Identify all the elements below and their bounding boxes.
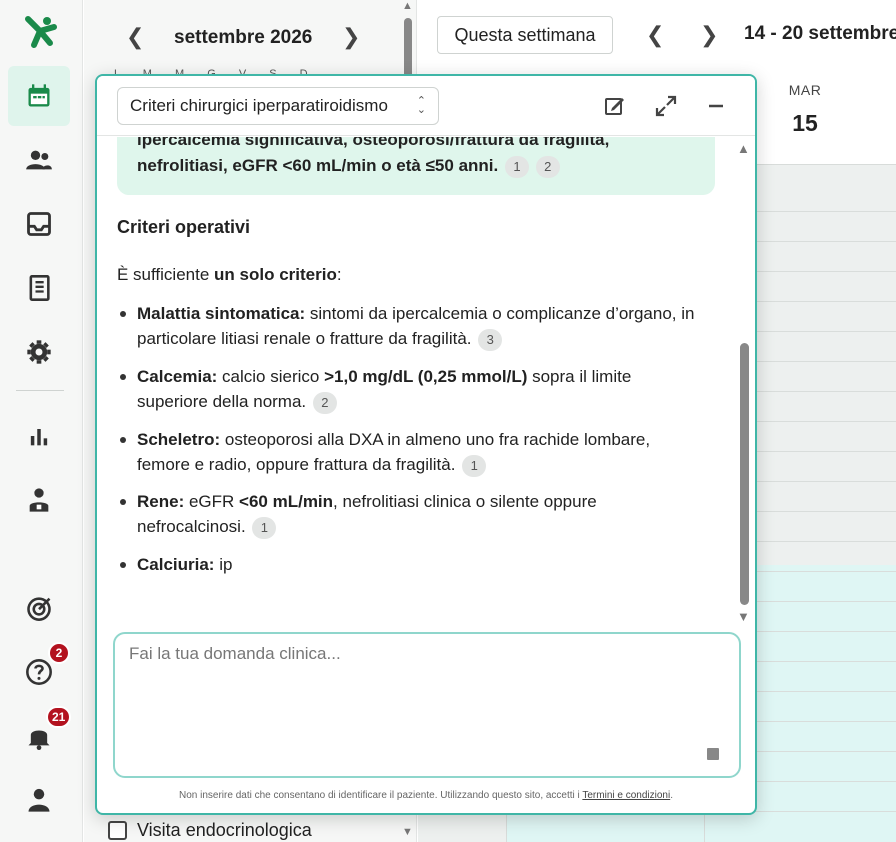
summary-callout: ipercalcemia significativa, osteoporosi/… <box>117 137 715 195</box>
summary-callout-text: ipercalcemia significativa, osteoporosi/… <box>137 137 697 179</box>
nav-calendar[interactable] <box>8 66 70 126</box>
target-icon <box>27 597 51 621</box>
topic-selector-value: Criteri chirurgici iperparatiroidismo <box>130 96 388 115</box>
scrollbar-thumb[interactable] <box>740 343 749 605</box>
next-week-button[interactable]: ❯ <box>700 22 718 48</box>
criterion-label: Rene: <box>137 492 185 511</box>
calendar-checkbox[interactable] <box>108 821 127 840</box>
citation-badge[interactable]: 1 <box>252 516 277 539</box>
question-composer <box>113 632 741 778</box>
help-icon <box>26 659 52 685</box>
updown-chevron-icon: ⌃ ⌄ <box>416 95 426 116</box>
criterion-item: Rene: eGFR <60 mL/min, nefrolitiasi clin… <box>117 489 697 539</box>
this-week-button[interactable]: Questa settimana <box>437 16 613 54</box>
intro-prefix: È sufficiente <box>117 265 215 284</box>
privacy-disclaimer: Non inserire dati che consentano di iden… <box>97 790 755 801</box>
logo-icon[interactable] <box>20 13 60 53</box>
nav-profile[interactable] <box>8 770 70 830</box>
criterion-item: Calcemia: calcio sierico >1,0 mg/dL (0,2… <box>117 364 697 414</box>
disclaimer-end: . <box>670 790 673 801</box>
edit-icon[interactable] <box>603 94 627 118</box>
doctor-icon <box>29 488 49 512</box>
nav-stats[interactable] <box>8 406 70 466</box>
citation-badge[interactable]: 3 <box>478 328 503 351</box>
scroll-up-icon[interactable]: ▲ <box>402 0 413 12</box>
criterion-label: Malattia sintomatica: <box>137 304 306 323</box>
criterion-label: Scheletro: <box>137 430 221 449</box>
expand-icon[interactable] <box>654 94 678 118</box>
inbox-icon <box>27 212 51 236</box>
criterion-label: Calciuria: <box>137 555 215 574</box>
rail-divider <box>16 390 64 391</box>
next-month-button[interactable]: ❯ <box>342 24 360 50</box>
notifications-badge: 21 <box>46 706 72 728</box>
help-badge: 2 <box>48 642 70 664</box>
criterion-item: Scheletro: osteoporosi alla DXA in almen… <box>117 427 697 477</box>
calendar-icon <box>28 84 50 107</box>
criterion-item: Malattia sintomatica: sintomi da ipercal… <box>117 301 697 351</box>
scroll-up-icon[interactable]: ▲ <box>737 141 750 156</box>
minimize-icon[interactable] <box>704 94 728 118</box>
nav-patients[interactable] <box>8 130 70 190</box>
callout-line: ipercalcemia significativa, osteoporosi/… <box>137 137 610 149</box>
criterion-text: calcio sierico <box>217 367 325 386</box>
criterion-text: ip <box>214 555 233 574</box>
chat-transcript[interactable]: ipercalcemia significativa, osteoporosi/… <box>97 137 737 632</box>
week-range-label: 14 - 20 settembre <box>744 23 896 44</box>
criterion-label: Calcemia: <box>137 367 218 386</box>
day-name: MAR <box>788 82 822 98</box>
callout-line: nefrolitiasi, eGFR <60 mL/min o età ≤50 … <box>137 156 499 175</box>
clinical-assistant-panel: Criteri chirurgici iperparatiroidismo ⌃ ⌄… <box>95 74 757 815</box>
citation-badge[interactable]: 1 <box>462 454 487 477</box>
criterion-item: Calciuria: ip <box>117 552 697 577</box>
bell-icon <box>28 730 50 750</box>
left-rail: 2 21 <box>0 0 83 842</box>
calendar-filter-label: Visita endocrinologica <box>137 820 312 840</box>
prev-month-button[interactable]: ❮ <box>126 24 144 50</box>
scroll-down-icon[interactable]: ▼ <box>737 609 750 624</box>
criterion-threshold: <60 mL/min <box>239 492 334 511</box>
intro-suffix: : <box>336 265 342 284</box>
nav-settings[interactable] <box>8 322 70 382</box>
citation-badge[interactable]: 1 <box>504 155 529 178</box>
citation-badge[interactable]: 2 <box>312 391 337 414</box>
day-header[interactable]: MAR 15 <box>760 82 850 137</box>
nav-target[interactable] <box>8 578 70 638</box>
scrollbar-thumb[interactable] <box>404 18 412 78</box>
terms-link[interactable]: Termini e condizioni <box>582 790 670 801</box>
transcript-scrollbar[interactable]: ▲ ▼ <box>737 141 753 624</box>
criterion-threshold: >1,0 mg/dL (0,25 mmol/L) <box>324 367 528 386</box>
disclaimer-text: Non inserire dati che consentano di iden… <box>179 790 583 801</box>
mini-calendar-month: settembre 2026 <box>174 27 313 48</box>
report-icon <box>29 275 50 301</box>
criteria-intro: È sufficiente un solo criterio: <box>117 265 342 285</box>
nav-doctor[interactable] <box>8 470 70 530</box>
criterion-text: eGFR <box>184 492 240 511</box>
nav-inbox[interactable] <box>8 194 70 254</box>
settings-icon <box>27 340 51 364</box>
section-title: Criteri operativi <box>117 217 251 237</box>
citation-badge[interactable]: 2 <box>535 155 560 178</box>
question-input[interactable] <box>129 644 719 744</box>
panel-header: Criteri chirurgici iperparatiroidismo ⌃ ⌄ <box>97 76 755 136</box>
day-number: 15 <box>792 110 818 136</box>
prev-week-button[interactable]: ❮ <box>646 22 664 48</box>
user-icon <box>28 788 50 812</box>
patients-icon <box>26 150 52 170</box>
topic-selector[interactable]: Criteri chirurgici iperparatiroidismo ⌃ ⌄ <box>117 87 439 125</box>
calendar-filter-item[interactable]: Visita endocrinologica <box>108 820 312 841</box>
scroll-down-icon[interactable]: ▼ <box>402 826 413 838</box>
nav-reports[interactable] <box>8 258 70 318</box>
intro-bold: un solo criterio <box>214 265 337 284</box>
stop-icon[interactable] <box>707 748 719 760</box>
stats-icon <box>30 429 48 446</box>
